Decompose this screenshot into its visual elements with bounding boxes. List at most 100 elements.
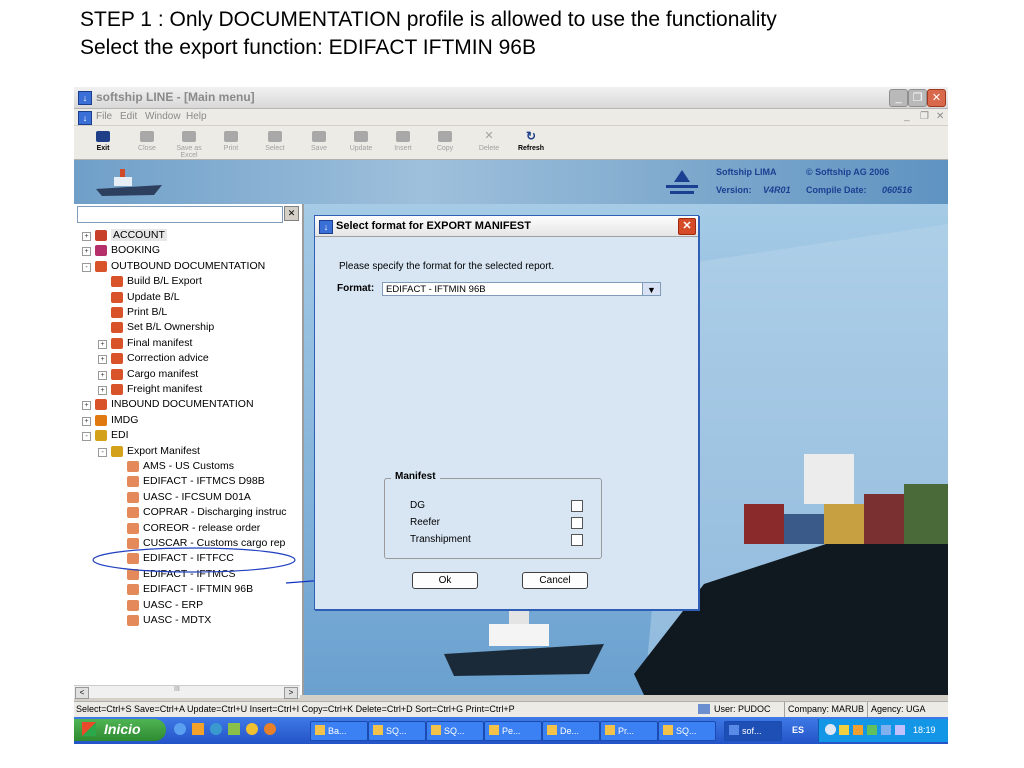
scroll-left-button[interactable]: <: [75, 687, 89, 699]
clock: 18:19: [913, 725, 936, 735]
taskbar-item-active[interactable]: sof...: [724, 721, 782, 741]
restore-button[interactable]: ❐: [908, 89, 927, 107]
tree-item[interactable]: - Export Manifest: [98, 445, 282, 460]
task-icon: [489, 725, 499, 735]
tree-item[interactable]: - EDI: [82, 429, 282, 444]
quicklaunch-icon[interactable]: [192, 723, 204, 735]
language-indicator[interactable]: ES: [792, 725, 804, 735]
tree-item[interactable]: COPRAR - Discharging instruc: [114, 506, 287, 521]
option-transhipment-checkbox[interactable]: [571, 534, 583, 546]
dialog-close-button[interactable]: ✕: [678, 218, 696, 235]
toolbar-refresh-button[interactable]: ↻ Refresh: [510, 128, 552, 152]
tree-item[interactable]: Build B/L Export: [98, 275, 282, 290]
tree-item[interactable]: Print B/L: [98, 306, 282, 321]
toolbar-save-excel-button[interactable]: Save as Excel: [168, 128, 210, 159]
tray-icon[interactable]: [867, 725, 877, 735]
tray-icon[interactable]: [895, 725, 905, 735]
tray-icon[interactable]: [881, 725, 891, 735]
quicklaunch-icon[interactable]: [228, 723, 240, 735]
insert-icon: [396, 131, 410, 142]
taskbar-item[interactable]: SQ...: [658, 721, 716, 741]
quicklaunch-icon[interactable]: [246, 723, 258, 735]
expand-icon[interactable]: +: [82, 232, 91, 241]
tree-item[interactable]: COREOR - release order: [114, 522, 282, 537]
taskbar-item[interactable]: Pr...: [600, 721, 658, 741]
quicklaunch-icon[interactable]: [264, 723, 276, 735]
tree-item[interactable]: + IMDG: [82, 414, 282, 429]
menu-file[interactable]: File: [96, 111, 112, 122]
tree-item[interactable]: - OUTBOUND DOCUMENTATION: [82, 260, 282, 275]
toolbar-save-button[interactable]: Save: [298, 128, 340, 152]
status-bar: Select=Ctrl+S Save=Ctrl+A Update=Ctrl+U …: [74, 701, 948, 717]
expand-icon[interactable]: +: [98, 370, 107, 380]
tree-search-close-button[interactable]: ✕: [284, 206, 299, 221]
menu-help[interactable]: Help: [186, 111, 207, 122]
toolbar-copy-button[interactable]: Copy: [424, 128, 466, 152]
toolbar-update-button[interactable]: Update: [340, 128, 382, 152]
collapse-icon[interactable]: -: [98, 447, 107, 457]
menu-edit[interactable]: Edit: [120, 111, 137, 122]
document-icon: [111, 337, 123, 349]
chevron-down-icon[interactable]: ▼: [642, 282, 661, 296]
scroll-thumb[interactable]: III: [174, 686, 180, 693]
tray-icon[interactable]: [839, 725, 849, 735]
tree-item[interactable]: EDIFACT - IFTMIN 96B: [114, 583, 282, 598]
dialog-titlebar[interactable]: ↓ Select format for EXPORT MANIFEST ✕: [315, 216, 698, 237]
tree-item[interactable]: AMS - US Customs: [114, 460, 282, 475]
tree-item[interactable]: + Correction advice: [98, 352, 282, 367]
scroll-right-button[interactable]: >: [284, 687, 298, 699]
tree-item[interactable]: UASC - MDTX: [114, 614, 282, 629]
expand-icon[interactable]: +: [82, 247, 91, 257]
toolbar-exit-button[interactable]: Exit: [82, 128, 124, 152]
header-banner: Softship LIMA © Softship AG 2006 Version…: [74, 160, 948, 204]
tray-icon[interactable]: [853, 725, 863, 735]
tree-item[interactable]: + BOOKING: [82, 244, 282, 259]
mdi-minimize-icon[interactable]: _: [904, 111, 910, 122]
ok-button[interactable]: Ok: [412, 572, 478, 589]
tree-horizontal-scrollbar[interactable]: < III >: [74, 685, 300, 699]
window-titlebar[interactable]: ↓ softship LINE - [Main menu] _ ❐ ✕: [74, 87, 948, 109]
toolbar-select-button[interactable]: Select: [254, 128, 296, 152]
mdi-close-icon[interactable]: ✕: [936, 111, 944, 122]
minimize-button[interactable]: _: [889, 89, 908, 107]
print-icon: [224, 131, 238, 142]
tree-item[interactable]: Set B/L Ownership: [98, 321, 282, 336]
tree-item[interactable]: + ACCOUNT: [82, 229, 282, 244]
start-button[interactable]: Inicio: [74, 719, 166, 741]
option-dg-checkbox[interactable]: [571, 500, 583, 512]
tree-item[interactable]: + Cargo manifest: [98, 368, 282, 383]
taskbar-item[interactable]: SQ...: [426, 721, 484, 741]
tree-item[interactable]: EDIFACT - IFTMCS D98B: [114, 475, 282, 490]
tray-expand-icon[interactable]: [825, 724, 836, 735]
tree-item[interactable]: + Final manifest: [98, 337, 282, 352]
ie-icon[interactable]: [174, 723, 186, 735]
tree-item[interactable]: UASC - ERP: [114, 599, 282, 614]
taskbar-item[interactable]: SQ...: [368, 721, 426, 741]
taskbar-item[interactable]: Pe...: [484, 721, 542, 741]
toolbar-delete-button[interactable]: ✕ Delete: [468, 128, 510, 153]
collapse-icon[interactable]: -: [82, 262, 91, 272]
tree-item[interactable]: + INBOUND DOCUMENTATION: [82, 398, 282, 413]
tree-item[interactable]: UASC - IFCSUM D01A: [114, 491, 282, 506]
quicklaunch-icon[interactable]: [210, 723, 222, 735]
tree-search-input[interactable]: [77, 206, 283, 223]
taskbar-item[interactable]: De...: [542, 721, 600, 741]
expand-icon[interactable]: +: [82, 401, 91, 411]
toolbar-close-button[interactable]: Close: [126, 128, 168, 152]
tree-item[interactable]: Update B/L: [98, 291, 282, 306]
cancel-button[interactable]: Cancel: [522, 572, 588, 589]
collapse-icon[interactable]: -: [82, 432, 91, 442]
format-select[interactable]: EDIFACT - IFTMIN 96B: [382, 282, 661, 296]
taskbar-item[interactable]: Ba...: [310, 721, 368, 741]
close-window-button[interactable]: ✕: [927, 89, 946, 107]
mdi-restore-icon[interactable]: ❐: [920, 111, 929, 122]
expand-icon[interactable]: +: [98, 355, 107, 365]
expand-icon[interactable]: +: [82, 416, 91, 426]
expand-icon[interactable]: +: [98, 339, 107, 349]
option-reefer-checkbox[interactable]: [571, 517, 583, 529]
expand-icon[interactable]: +: [98, 386, 107, 395]
tree-item[interactable]: + Freight manifest: [98, 383, 282, 398]
menu-window[interactable]: Window: [145, 111, 181, 122]
toolbar-insert-button[interactable]: Insert: [382, 128, 424, 152]
toolbar-print-button[interactable]: Print: [210, 128, 252, 152]
